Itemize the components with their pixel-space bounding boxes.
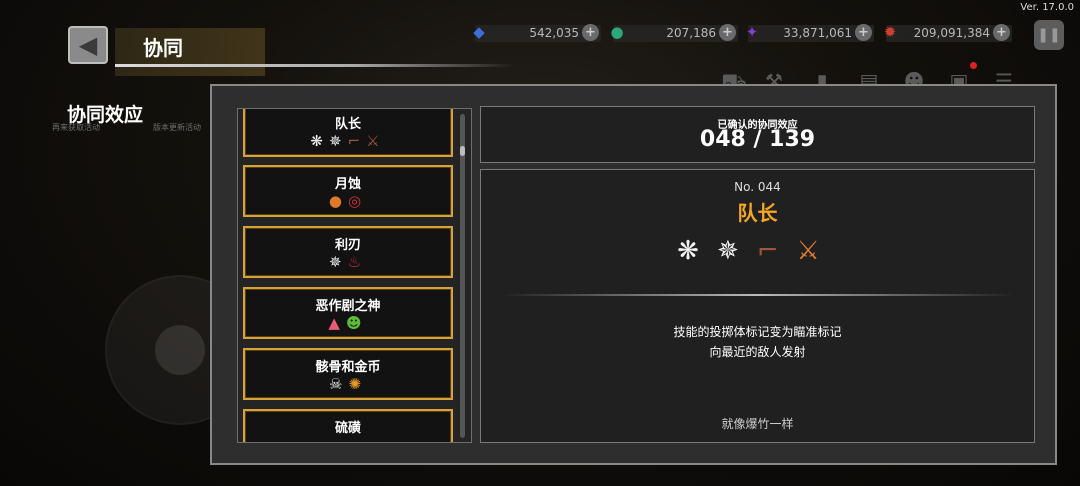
synergy-item-icons: ✵♨ — [245, 253, 451, 271]
add-green-gem-button[interactable]: + — [719, 24, 736, 41]
notification-badge — [970, 62, 977, 69]
red-ember-icon: ✹ — [883, 23, 897, 41]
detail-number: No. 044 — [734, 180, 781, 194]
currency-value: 33,871,061 — [783, 26, 852, 40]
synergy-list[interactable]: 队长 ❋✵⌐⚔ 月蚀 ●◎ 利刃 ✵♨ 恶作剧之神 ▲☻ 骸骨和金币 ☠✺ 硫磺 — [237, 108, 472, 443]
pistol-icon: ⌐ — [347, 132, 367, 150]
event-caption-right: 版本更新活动 — [153, 123, 201, 132]
detail-flavor-text: 就像爆竹一样 — [721, 417, 794, 431]
currency-soul: ✦ 33,871,061 + — [746, 23, 874, 42]
synergy-item-name: 队长 — [334, 117, 361, 132]
spider-icon: ✵ — [328, 253, 348, 271]
description-line-1: 技能的投掷体标记变为瞄准标记 — [673, 325, 842, 339]
version-label: Ver. 17.0.0 — [1020, 2, 1074, 13]
add-diamond-button[interactable]: + — [582, 24, 599, 41]
synergy-item-name: 恶作剧之神 — [315, 299, 381, 314]
purple-crystal-icon: ✦ — [745, 23, 759, 41]
synergy-item-icons: ☠✺ — [245, 375, 451, 393]
add-core-button[interactable]: + — [993, 24, 1010, 41]
description-line-2: 向最近的敌人发射 — [709, 345, 806, 359]
detail-icons: ❋✵⌐⚔ — [481, 236, 1034, 266]
spider-icon: ✵ — [328, 132, 348, 150]
currency-diamond: ◆ 542,035 + — [473, 23, 601, 42]
currency-value: 207,186 — [666, 26, 716, 40]
event-caption-left: 再来获取活动 — [52, 123, 100, 132]
back-arrow-icon: ◀ — [78, 31, 98, 59]
add-soul-button[interactable]: + — [855, 24, 872, 41]
spider-icon: ✵ — [716, 236, 757, 266]
synergy-item-blade[interactable]: 利刃 ✵♨ — [243, 226, 453, 278]
crossed-swords-icon: ⚔ — [366, 132, 386, 150]
currency-value: 542,035 — [529, 26, 579, 40]
virtual-joystick-knob — [155, 325, 205, 375]
potion-icon: ♨ — [347, 253, 368, 271]
pistol-icon: ⌐ — [756, 236, 797, 266]
title-banner — [115, 28, 265, 76]
detail-divider — [501, 294, 1014, 296]
red-ring-icon: ◎ — [348, 192, 368, 210]
currency-value: 209,091,384 — [913, 26, 990, 40]
title-underline — [115, 64, 515, 67]
synergy-item-name: 骸骨和金币 — [315, 360, 381, 375]
synergy-item-trickster[interactable]: 恶作剧之神 ▲☻ — [243, 287, 453, 339]
burst-icon: ❋ — [310, 132, 329, 150]
detail-description: 技能的投掷体标记变为瞄准标记 向最近的敌人发射 — [481, 322, 1034, 362]
synergy-item-icons: ▲☻ — [245, 314, 451, 332]
list-scrollbar[interactable] — [460, 114, 465, 438]
synergy-item-name: 利刃 — [334, 238, 361, 253]
detail-name: 队长 — [737, 201, 778, 225]
page-title: 协同 — [143, 36, 183, 60]
synergy-item-bones-coins[interactable]: 骸骨和金币 ☠✺ — [243, 348, 453, 400]
count-value: 048 / 139 — [699, 127, 816, 152]
synergy-item-sulfur[interactable]: 硫磺 — [243, 409, 453, 442]
synergy-item-icons: ❋✵⌐⚔ — [245, 132, 451, 150]
mask-icon: ☻ — [345, 314, 368, 332]
skull-icon: ☠ — [328, 375, 349, 393]
synergy-item-name: 月蚀 — [334, 177, 361, 192]
synergy-item-name: 硫磺 — [334, 421, 361, 436]
currency-green-gem: ● 207,186 + — [610, 23, 738, 42]
crossed-swords-icon: ⚔ — [796, 236, 838, 266]
synergy-detail: No. 044 队长 ❋✵⌐⚔ 技能的投掷体标记变为瞄准标记 向最近的敌人发射 … — [480, 169, 1035, 443]
synergy-item-captain[interactable]: 队长 ❋✵⌐⚔ — [243, 109, 453, 157]
synergy-item-eclipse[interactable]: 月蚀 ●◎ — [243, 165, 453, 217]
back-button[interactable]: ◀ — [68, 26, 108, 64]
burst-icon: ❋ — [677, 236, 717, 266]
pause-icon: ❚❚ — [1037, 27, 1061, 43]
scrollbar-thumb[interactable] — [460, 146, 465, 156]
shoe-icon: ▲ — [328, 314, 346, 332]
synergy-count-box: 已确认的协同效应 048 / 139 — [480, 106, 1035, 163]
fire-orb-icon: ● — [328, 192, 348, 210]
synergy-item-icons: ●◎ — [245, 192, 451, 210]
currency-core: ✹ 209,091,384 + — [884, 23, 1012, 42]
pause-button[interactable]: ❚❚ — [1034, 20, 1064, 50]
coin-icon: ✺ — [348, 375, 368, 393]
diamond-icon: ◆ — [473, 23, 485, 41]
green-orb-icon: ● — [610, 23, 624, 41]
